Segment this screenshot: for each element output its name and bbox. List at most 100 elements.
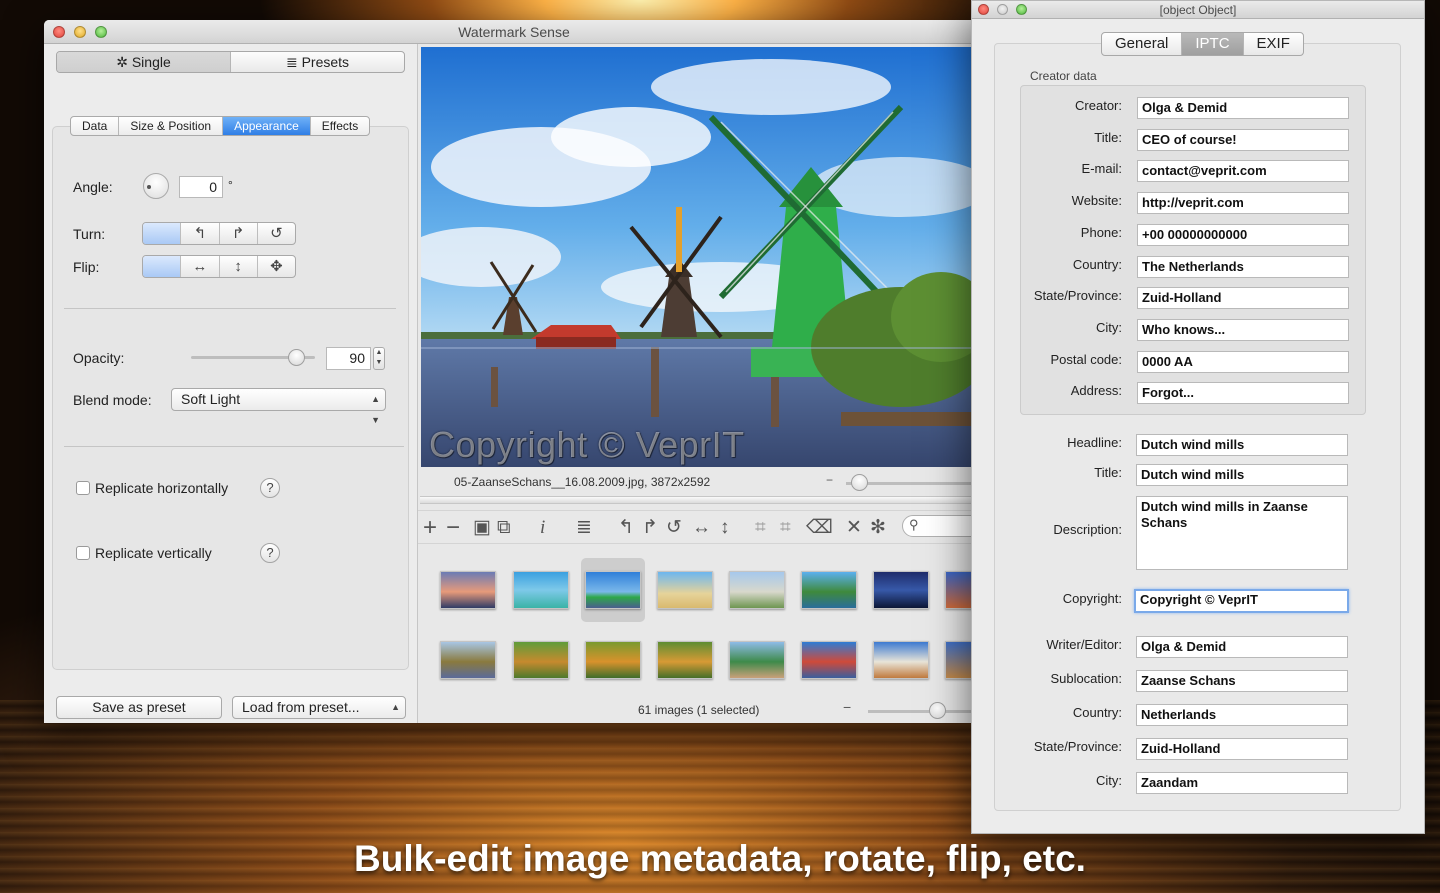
- thumbnail[interactable]: [801, 641, 857, 679]
- add-icon[interactable]: +: [423, 516, 437, 540]
- save-as-preset-button[interactable]: Save as preset: [56, 696, 222, 719]
- turn-none-button[interactable]: [143, 223, 182, 244]
- creator-field-input[interactable]: CEO of course!: [1137, 129, 1349, 151]
- thumbnail[interactable]: [801, 571, 857, 609]
- creator-field-label: Website:: [1071, 193, 1122, 208]
- zoom-out-icon[interactable]: −: [843, 699, 851, 715]
- rotate-right-icon[interactable]: ↱: [642, 518, 658, 538]
- copyright-field[interactable]: Copyright © VeprIT: [1134, 589, 1349, 613]
- flip-none-button[interactable]: [143, 256, 182, 277]
- flip-vertical-icon[interactable]: ↕: [220, 256, 258, 277]
- thumbnail-selected[interactable]: [585, 571, 641, 609]
- crop-all-icon[interactable]: ⌗: [780, 518, 791, 538]
- thumbnail[interactable]: [585, 641, 641, 679]
- description-field[interactable]: Dutch wind mills in Zaanse Schans: [1136, 496, 1348, 570]
- angle-knob[interactable]: [143, 173, 169, 199]
- image-preview[interactable]: Copyright © VeprIT: [421, 47, 981, 467]
- zoom-window-button[interactable]: [95, 26, 107, 38]
- flip-horizontal-icon[interactable]: ↔: [181, 256, 220, 277]
- minimize-window-button[interactable]: [997, 4, 1008, 15]
- preview-zoom-thumb[interactable]: [851, 474, 868, 491]
- close-window-button[interactable]: [978, 4, 989, 15]
- headline-field[interactable]: Dutch wind mills: [1136, 434, 1348, 456]
- tab-data[interactable]: Data: [71, 117, 120, 135]
- creator-field-input[interactable]: Olga & Demid: [1137, 97, 1349, 119]
- rotate-right-icon[interactable]: ↱: [220, 223, 258, 244]
- close-all-icon[interactable]: ✻: [870, 518, 886, 538]
- creator-field-input[interactable]: Zuid-Holland: [1137, 287, 1349, 309]
- creator-field-input[interactable]: +00 00000000000: [1137, 224, 1349, 246]
- opacity-field[interactable]: 90: [326, 347, 371, 370]
- thumbnail[interactable]: [729, 571, 785, 609]
- title-field[interactable]: Dutch wind mills: [1136, 464, 1348, 486]
- thumbnail[interactable]: [440, 571, 496, 609]
- tab-single[interactable]: ✲ Single: [57, 52, 231, 72]
- settings-subtabs: Data Size & Position Appearance Effects: [70, 116, 371, 136]
- tab-appearance[interactable]: Appearance: [223, 117, 311, 135]
- rotate-180-icon[interactable]: ↺: [666, 518, 682, 538]
- state-province-field[interactable]: Zuid-Holland: [1136, 738, 1348, 760]
- crop-icon[interactable]: ⌗: [755, 518, 766, 538]
- load-preset-select[interactable]: Load from preset... ▲▼: [232, 696, 406, 719]
- flip-both-icon[interactable]: ✥: [258, 256, 295, 277]
- creator-field-input[interactable]: contact@veprit.com: [1137, 160, 1349, 182]
- tab-size-position[interactable]: Size & Position: [119, 117, 224, 135]
- minimize-window-button[interactable]: [74, 26, 86, 38]
- thumbnail[interactable]: [729, 641, 785, 679]
- flip-horizontal-icon[interactable]: ↔: [692, 518, 711, 538]
- thumbnail[interactable]: [440, 641, 496, 679]
- save-all-icon[interactable]: ⧉: [497, 518, 511, 538]
- blend-mode-select[interactable]: Soft Light ▲ ▼: [171, 388, 386, 425]
- help-icon[interactable]: ?: [260, 478, 280, 498]
- opacity-stepper[interactable]: ▲ ▼: [373, 347, 385, 370]
- creator-field-input[interactable]: Who knows...: [1137, 319, 1349, 341]
- replicate-horizontally-label[interactable]: Replicate horizontally: [95, 480, 228, 496]
- rotate-left-icon[interactable]: ↰: [181, 223, 220, 244]
- thumbnail-size-slider[interactable]: [868, 710, 984, 713]
- metadata-titlebar[interactable]: [object Object]: [972, 1, 1424, 19]
- save-icon[interactable]: ▣: [473, 518, 491, 538]
- tab-exif[interactable]: EXIF: [1244, 33, 1303, 55]
- clear-icon[interactable]: ⌫: [806, 518, 833, 538]
- thumbnail[interactable]: [873, 571, 929, 609]
- replicate-vertically-checkbox[interactable]: [76, 546, 90, 560]
- creator-field-input[interactable]: Forgot...: [1137, 382, 1349, 404]
- angle-unit: °: [228, 178, 233, 192]
- close-window-button[interactable]: [53, 26, 65, 38]
- opacity-slider-thumb[interactable]: [288, 349, 305, 366]
- remove-icon[interactable]: −: [446, 516, 460, 540]
- info-icon[interactable]: i: [540, 518, 545, 538]
- zoom-out-icon[interactable]: −: [826, 473, 833, 487]
- thumbnail[interactable]: [657, 641, 713, 679]
- tab-effects[interactable]: Effects: [311, 117, 369, 135]
- tab-iptc[interactable]: IPTC: [1182, 33, 1244, 55]
- thumbnail[interactable]: [873, 641, 929, 679]
- writer-editor-field[interactable]: Olga & Demid: [1136, 636, 1348, 658]
- watermark-text[interactable]: Copyright © VeprIT: [429, 424, 745, 466]
- creator-field-input[interactable]: 0000 AA: [1137, 351, 1349, 373]
- list-icon[interactable]: ≣: [576, 518, 592, 538]
- tab-general[interactable]: General: [1102, 33, 1183, 55]
- creator-field-input[interactable]: http://veprit.com: [1137, 192, 1349, 214]
- flip-vertical-icon[interactable]: ↕: [720, 518, 730, 538]
- replicate-horizontally-checkbox[interactable]: [76, 481, 90, 495]
- sublocation-field[interactable]: Zaanse Schans: [1136, 670, 1348, 692]
- close-icon[interactable]: ✕: [846, 518, 862, 538]
- main-titlebar[interactable]: Watermark Sense: [44, 20, 984, 44]
- rotate-left-icon[interactable]: ↰: [618, 518, 634, 538]
- tab-presets[interactable]: ≣ Presets: [231, 52, 404, 72]
- thumbnail-size-thumb[interactable]: [929, 702, 946, 719]
- thumbnail[interactable]: [513, 571, 569, 609]
- rotate-180-icon[interactable]: ↺: [258, 223, 295, 244]
- thumbnail[interactable]: [657, 571, 713, 609]
- thumbnail[interactable]: [513, 641, 569, 679]
- city-field[interactable]: Zaandam: [1136, 772, 1348, 794]
- zoom-window-button[interactable]: [1016, 4, 1027, 15]
- creator-field-input[interactable]: The Netherlands: [1137, 256, 1349, 278]
- status-text: 61 images (1 selected): [638, 703, 760, 717]
- angle-field[interactable]: 0: [179, 176, 223, 198]
- image-toolbar: + − ▣ ⧉ i ≣ ↰ ↱ ↺ ↔ ↕ ⌗ ⌗ ⌫ ✕ ✻ ⚲: [418, 510, 984, 544]
- help-icon[interactable]: ?: [260, 543, 280, 563]
- country-field[interactable]: Netherlands: [1136, 704, 1348, 726]
- replicate-vertically-label[interactable]: Replicate vertically: [95, 545, 212, 561]
